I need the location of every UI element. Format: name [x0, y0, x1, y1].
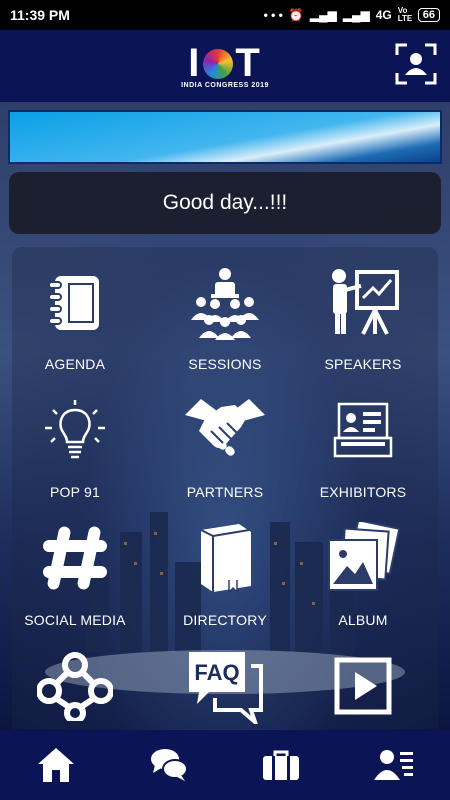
alarm-icon: ⏰: [288, 8, 304, 22]
menu-tile-directory[interactable]: DIRECTORY: [155, 506, 295, 634]
exhibitor-booth-icon: [333, 402, 393, 458]
scan-user-icon: [395, 43, 437, 85]
menu-tile-pop91[interactable]: POP 91: [5, 378, 145, 506]
briefcase-icon: [263, 750, 300, 780]
menu-tile-sessions[interactable]: SESSIONS: [155, 250, 295, 378]
play-video-icon: [334, 657, 392, 715]
status-bar: 11:39 PM • • • ⏰ ▂▄▆ ▂▄▆ 4G Vo LTE 66: [0, 0, 450, 30]
signal-icon-2: ▂▄▆: [342, 8, 370, 22]
status-time: 11:39 PM: [10, 7, 70, 23]
bottom-nav: [0, 730, 450, 800]
menu-tile-exhibitors[interactable]: EXHIBITORS: [293, 378, 433, 506]
faq-icon: FAQ: [189, 652, 263, 724]
contacts-icon: [373, 750, 413, 780]
faq-text: FAQ: [194, 660, 239, 685]
audience-icon: [191, 268, 259, 340]
menu-tile-partners[interactable]: PARTNERS: [155, 378, 295, 506]
nav-contacts-button[interactable]: [366, 737, 422, 793]
battery-indicator: 66: [417, 8, 440, 22]
menu-tile-label: SPEAKERS: [324, 356, 402, 372]
menu-tile-network[interactable]: [5, 634, 145, 730]
signal-icon: ▂▄▆: [309, 8, 337, 22]
menu-tile-label: SESSIONS: [188, 356, 262, 372]
menu-tile-album[interactable]: ALBUM: [293, 506, 433, 634]
hashtag-icon: [43, 526, 107, 590]
menu-tile-label: SOCIAL MEDIA: [24, 612, 126, 628]
menu-tile-label: DIRECTORY: [183, 612, 267, 628]
greeting-card: Good day...!!!: [9, 172, 441, 234]
menu-tile-social-media[interactable]: SOCIAL MEDIA: [5, 506, 145, 634]
menu-tile-label: POP 91: [50, 484, 100, 500]
book-icon: [200, 524, 251, 594]
lightbulb-icon: [45, 400, 105, 459]
logo-globe-icon: [203, 48, 234, 79]
home-icon: [38, 748, 75, 782]
chat-icon: [150, 749, 188, 781]
menu-tile-agenda[interactable]: AGENDA: [5, 250, 145, 378]
app-logo: IT INDIA CONGRESS 2019: [181, 40, 269, 89]
menu-tile-video[interactable]: [293, 634, 433, 730]
menu-tile-faq[interactable]: FAQ: [155, 634, 295, 730]
nav-home-button[interactable]: [28, 737, 84, 793]
presenter-icon: [332, 269, 399, 335]
handshake-icon: [185, 399, 265, 456]
logo-subtitle: INDIA CONGRESS 2019: [181, 81, 269, 89]
status-icons: • • • ⏰ ▂▄▆ ▂▄▆ 4G Vo LTE 66: [264, 7, 440, 23]
menu-tile-label: PARTNERS: [186, 484, 264, 500]
notebook-icon: [48, 276, 99, 330]
app-header: IT INDIA CONGRESS 2019: [0, 30, 450, 102]
menu-tile-label: EXHIBITORS: [319, 484, 407, 500]
photos-icon: [328, 522, 401, 591]
volte-badge: Vo LTE: [397, 6, 413, 23]
network-nodes-icon: [37, 652, 113, 721]
menu-tile-speakers[interactable]: SPEAKERS: [293, 250, 433, 378]
menu-tile-label: ALBUM: [338, 612, 388, 628]
greeting-text: Good day...!!!: [162, 191, 288, 214]
menu-tile-label: AGENDA: [44, 356, 106, 372]
notification-dots: • • •: [263, 8, 283, 22]
network-type: 4G: [375, 8, 392, 22]
nav-chat-button[interactable]: [141, 737, 197, 793]
top-banner[interactable]: [8, 110, 442, 164]
nav-briefcase-button[interactable]: [253, 737, 309, 793]
scan-user-button[interactable]: [394, 42, 438, 86]
